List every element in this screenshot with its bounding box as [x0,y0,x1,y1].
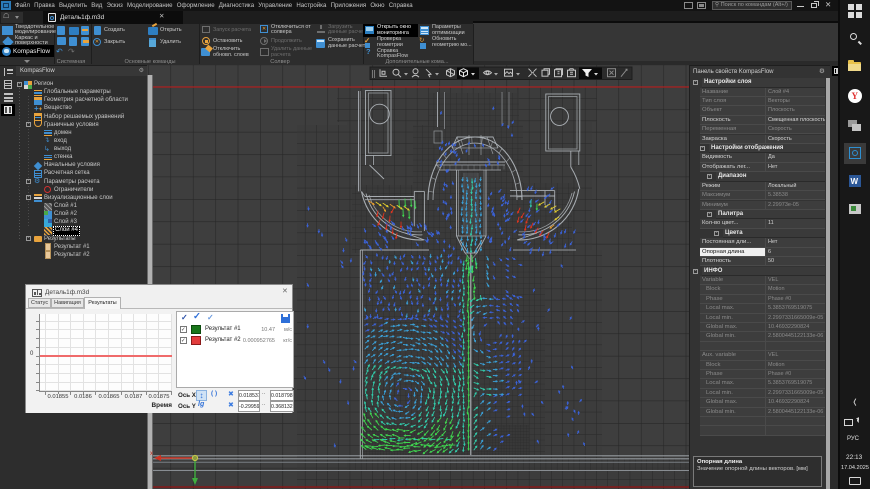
svg-text:x: x [150,451,153,457]
